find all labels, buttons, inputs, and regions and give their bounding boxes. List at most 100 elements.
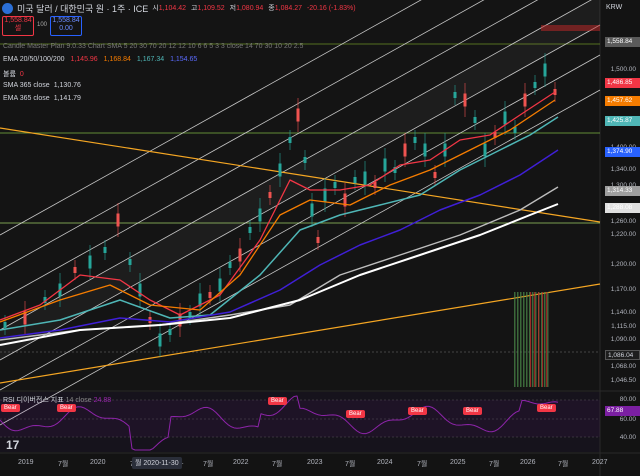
price-tick-label: 1,170.00 [610, 286, 636, 293]
price-line-label: 1,288.08 [605, 203, 640, 213]
time-tick-label: 2026 [520, 459, 536, 466]
sell-button[interactable]: 1,558.84 셀 [2, 16, 34, 36]
candle-body [268, 192, 272, 198]
ohlc-readout: 시1,104.42 고1,109.52 저1,080.94 종1,084.27 … [152, 5, 356, 12]
symbol-header: 미국 달러 / 대한민국 원 · 1주 · ICE 시1,104.42 고1,1… [0, 0, 602, 16]
order-quantity[interactable]: 100 [37, 22, 47, 28]
time-tick-label: 7월 [558, 461, 569, 468]
candle-body [473, 117, 477, 123]
price-tick-label: 1,200.00 [610, 261, 636, 268]
rsi-level-40: 40.00 [619, 434, 636, 441]
volume-bar [542, 292, 544, 387]
time-tick-label: 7월 [58, 461, 69, 468]
candle-body [248, 227, 252, 233]
volume-bar [544, 292, 546, 387]
bear-signal: Bear [463, 407, 482, 415]
sma365-legend[interactable]: SMA 365 close 1,130.76 [3, 82, 81, 89]
volume-bar [535, 292, 537, 387]
candle-body [363, 171, 367, 185]
price-tick-label: 1,220.00 [610, 231, 636, 238]
ema-legend[interactable]: EMA 20/50/100/200 1,145.96 1,168.84 1,16… [3, 56, 197, 63]
symbol-title[interactable]: 미국 달러 / 대한민국 원 · 1주 · ICE [17, 2, 148, 15]
time-tick-label: 2022 [233, 459, 249, 466]
candle-body [543, 63, 547, 77]
tradingview-logo-icon[interactable]: 17 [6, 438, 19, 452]
candle-body [73, 267, 77, 273]
strategy-legend[interactable]: Candle Master Plan 9.0.33 Chart SMA 5 20… [3, 43, 303, 50]
candle-body [218, 278, 222, 292]
price-tick-label: 1,090.00 [610, 336, 636, 343]
buy-button[interactable]: 1,558.84 0.00 [50, 16, 82, 36]
time-tick-label: 2023 [307, 459, 323, 466]
volume-bar [547, 292, 549, 387]
time-tick-label: 2024 [377, 459, 393, 466]
volume-bar [534, 292, 536, 387]
bear-signal: Bear [408, 407, 427, 415]
candle-body [463, 93, 467, 107]
candle-body [103, 247, 107, 253]
volume-bar [546, 292, 548, 387]
bear-signal: Bear [268, 397, 287, 405]
volume-bar [523, 292, 525, 387]
time-tick-label: 2020 [90, 459, 106, 466]
volume-bar [520, 292, 522, 387]
candle-body [316, 237, 320, 243]
candle-body [258, 208, 262, 222]
candle-body [353, 177, 357, 183]
candle-body [278, 163, 282, 177]
candle-body [288, 137, 292, 143]
price-tick-label: 1,115.00 [611, 323, 636, 330]
price-line-label: 1,486.85 [605, 78, 640, 88]
resistance-zone [541, 25, 600, 31]
candle-body [533, 82, 537, 88]
price-line-label: 1,086.04 [605, 350, 640, 360]
candle-body [88, 255, 92, 269]
candle-body [168, 329, 172, 335]
volume-bar [514, 292, 516, 387]
price-line-label: 1,457.62 [605, 96, 640, 106]
ema365-legend[interactable]: EMA 365 close 1,141.79 [3, 95, 81, 102]
time-tick-label: 2025 [450, 459, 466, 466]
time-tick-label: 7월 [272, 461, 283, 468]
price-line-label: 1,314.33 [605, 186, 640, 196]
rsi-level-60: 60.00 [619, 416, 636, 423]
time-tick-label: 2027 [592, 459, 608, 466]
price-line-label: 1,425.87 [605, 116, 640, 126]
time-tick-label: 7월 [417, 461, 428, 468]
bear-signal: Bear [346, 410, 365, 418]
candle-body [238, 248, 242, 262]
candle-body [228, 262, 232, 268]
bear-signal: Bear [537, 404, 556, 412]
bear-signal: Bear [1, 404, 20, 412]
price-line-label: 1,374.90 [605, 147, 640, 157]
candle-body [296, 108, 300, 122]
currency-label[interactable]: KRW [606, 4, 622, 11]
currency-flag-icon [2, 2, 13, 14]
rsi-current-label: 67.88 [605, 406, 640, 416]
price-tick-label: 1,068.00 [610, 363, 636, 370]
volume-legend[interactable]: 볼륨 0 [3, 69, 24, 79]
price-tick-label: 1,140.00 [610, 309, 636, 316]
rsi-band [0, 400, 600, 437]
candle-body [523, 93, 527, 107]
candle-body [208, 292, 212, 298]
candle-body [503, 111, 507, 125]
price-tick-label: 1,260.00 [610, 218, 636, 225]
candle-body [453, 92, 457, 98]
price-line-label: 1,558.84 [605, 37, 640, 47]
candle-body [3, 322, 7, 328]
rsi-level-80: 80.00 [619, 396, 636, 403]
time-tick-label: 2019 [18, 459, 34, 466]
candle-body [310, 203, 314, 217]
volume-bar [517, 292, 519, 387]
candle-body [116, 213, 120, 227]
candle-body [483, 143, 487, 157]
time-tick-label: 7월 [489, 461, 500, 468]
time-tick-label: 7월 [203, 461, 214, 468]
volume-bar [526, 292, 528, 387]
volume-bar [538, 292, 540, 387]
candle-body [433, 172, 437, 178]
price-tick-label: 1,500.00 [610, 66, 636, 73]
volume-bar [530, 292, 532, 387]
bear-signal: Bear [57, 404, 76, 412]
